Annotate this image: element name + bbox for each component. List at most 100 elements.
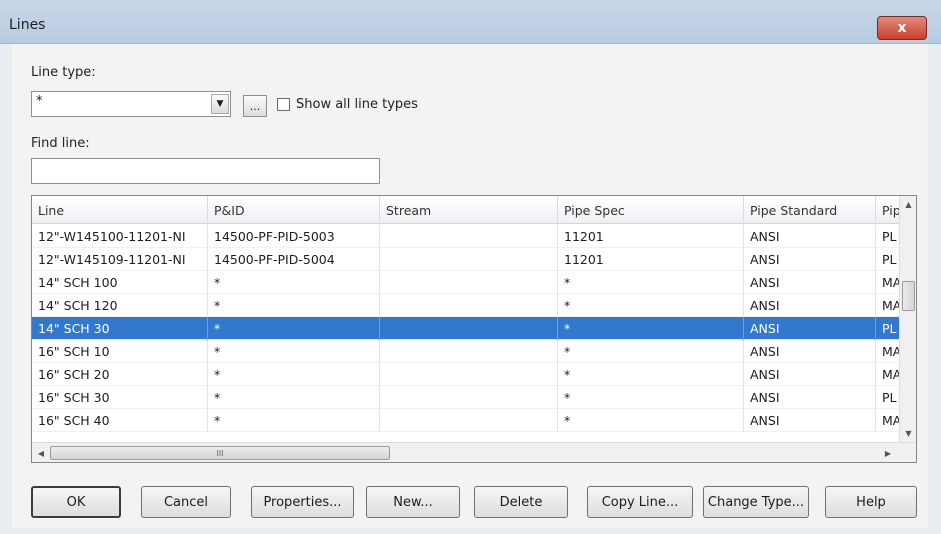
ok-button[interactable]: OK xyxy=(31,486,121,518)
cell-pip: MA xyxy=(882,275,899,290)
cell-pip: MA xyxy=(882,367,899,382)
cell-pipe-spec: * xyxy=(558,409,744,432)
cell-pipe-standard: ANSI xyxy=(744,294,876,317)
close-button[interactable]: x xyxy=(877,16,927,40)
table-row[interactable]: 16" SCH 20 * * ANSI MA xyxy=(32,363,899,386)
cell-line: 14" SCH 120 xyxy=(32,294,208,317)
line-type-label: Line type: xyxy=(31,65,96,80)
cell-pid: * xyxy=(208,409,380,432)
browse-line-type-button[interactable]: ... xyxy=(243,95,267,117)
scroll-left-icon[interactable]: ◀ xyxy=(33,445,49,461)
cell-pip: PL xyxy=(882,321,897,336)
new-button[interactable]: New... xyxy=(366,486,460,518)
lines-grid[interactable]: Line P&ID Stream Pipe Spec Pipe Standard… xyxy=(31,195,917,463)
cell-pipe-standard: ANSI xyxy=(744,340,876,363)
cell-pid: 14500-PF-PID-5004 xyxy=(208,248,380,271)
cell-pid: 14500-PF-PID-5003 xyxy=(208,225,380,248)
chevron-down-icon[interactable]: ▼ xyxy=(211,94,229,114)
cell-line: 12"-W145109-11201-NI xyxy=(32,248,208,271)
cell-pid: * xyxy=(208,271,380,294)
table-row[interactable]: 14" SCH 120 * * ANSI MA xyxy=(32,294,899,317)
cell-pipe-spec: * xyxy=(558,317,744,340)
column-header-line[interactable]: Line xyxy=(32,196,208,224)
cell-stream xyxy=(380,294,558,317)
table-row[interactable]: 16" SCH 40 * * ANSI MA xyxy=(32,409,899,432)
cell-pipe-spec: 11201 xyxy=(558,248,744,271)
change-type-button[interactable]: Change Type... xyxy=(703,486,809,518)
window-title: Lines xyxy=(9,17,46,33)
table-row[interactable]: 16" SCH 30 * * ANSI PL xyxy=(32,386,899,409)
cell-pid: * xyxy=(208,340,380,363)
show-all-line-types-label: Show all line types xyxy=(296,97,418,112)
table-row[interactable]: 14" SCH 100 * * ANSI MA xyxy=(32,271,899,294)
cell-pip: MA xyxy=(882,344,899,359)
cell-line: 14" SCH 100 xyxy=(32,271,208,294)
cell-stream xyxy=(380,409,558,432)
copy-line-button[interactable]: Copy Line... xyxy=(587,486,693,518)
vertical-scrollbar[interactable]: ▲ ▼ xyxy=(899,196,916,442)
cell-pip: MA xyxy=(882,413,899,428)
table-row-selected[interactable]: 14" SCH 30 * * ANSI PL xyxy=(32,317,899,340)
close-icon: x xyxy=(897,20,907,36)
cell-line: 12"-W145100-11201-NI xyxy=(32,225,208,248)
vertical-scroll-thumb[interactable] xyxy=(902,281,915,311)
cell-pip: PL xyxy=(882,390,897,405)
cell-stream xyxy=(380,340,558,363)
cell-stream xyxy=(380,248,558,271)
table-row[interactable]: 12"-W145100-11201-NI 14500-PF-PID-5003 1… xyxy=(32,225,899,248)
find-line-label: Find line: xyxy=(31,136,90,151)
table-row[interactable]: 16" SCH 10 * * ANSI MA xyxy=(32,340,899,363)
cell-pid: * xyxy=(208,363,380,386)
cell-pipe-standard: ANSI xyxy=(744,409,876,432)
cell-pipe-spec: * xyxy=(558,386,744,409)
cell-stream xyxy=(380,317,558,340)
cell-pid: * xyxy=(208,317,380,340)
cell-pid: * xyxy=(208,294,380,317)
cell-pid: * xyxy=(208,386,380,409)
table-row[interactable]: 12"-W145109-11201-NI 14500-PF-PID-5004 1… xyxy=(32,248,899,271)
column-header-pipe-standard[interactable]: Pipe Standard xyxy=(744,196,876,224)
cell-pipe-spec: 11201 xyxy=(558,225,744,248)
cell-pip: PL xyxy=(882,252,897,267)
column-header-pipe-spec[interactable]: Pipe Spec xyxy=(558,196,744,224)
cell-pipe-standard: ANSI xyxy=(744,363,876,386)
scroll-up-icon[interactable]: ▲ xyxy=(900,196,916,213)
cell-pip: MA xyxy=(882,298,899,313)
horizontal-scrollbar[interactable]: ◀ III ▶ xyxy=(32,442,916,462)
cell-pipe-spec: * xyxy=(558,271,744,294)
cell-pipe-standard: ANSI xyxy=(744,386,876,409)
cell-pip: PL xyxy=(882,229,897,244)
line-type-dropdown[interactable]: * ▼ xyxy=(31,91,231,117)
column-header-pip[interactable]: Pip xyxy=(876,196,901,224)
scroll-down-icon[interactable]: ▼ xyxy=(900,425,916,442)
scroll-right-icon[interactable]: ▶ xyxy=(880,445,896,461)
show-all-line-types-checkbox[interactable] xyxy=(277,98,290,111)
cell-stream xyxy=(380,386,558,409)
find-line-input[interactable] xyxy=(31,158,380,184)
cell-line: 16" SCH 30 xyxy=(32,386,208,409)
title-bar: Lines x xyxy=(0,0,941,44)
cell-line: 16" SCH 10 xyxy=(32,340,208,363)
cell-pipe-spec: * xyxy=(558,363,744,386)
horizontal-scroll-thumb[interactable]: III xyxy=(50,446,390,460)
cell-pipe-spec: * xyxy=(558,294,744,317)
cell-pipe-standard: ANSI xyxy=(744,225,876,248)
cell-line: 16" SCH 40 xyxy=(32,409,208,432)
help-button[interactable]: Help xyxy=(825,486,917,518)
properties-button[interactable]: Properties... xyxy=(251,486,354,518)
cell-stream xyxy=(380,225,558,248)
cell-pipe-standard: ANSI xyxy=(744,248,876,271)
cell-line: 14" SCH 30 xyxy=(32,317,208,340)
cell-stream xyxy=(380,271,558,294)
cancel-button[interactable]: Cancel xyxy=(141,486,231,518)
cell-stream xyxy=(380,363,558,386)
delete-button[interactable]: Delete xyxy=(474,486,568,518)
cell-pipe-spec: * xyxy=(558,340,744,363)
grip-icon: III xyxy=(216,448,224,458)
cell-line: 16" SCH 20 xyxy=(32,363,208,386)
column-header-pid[interactable]: P&ID xyxy=(208,196,380,224)
cell-pipe-standard: ANSI xyxy=(744,317,876,340)
column-header-stream[interactable]: Stream xyxy=(380,196,558,224)
line-type-value: * xyxy=(36,94,43,109)
grid-header: Line P&ID Stream Pipe Spec Pipe Standard… xyxy=(32,196,901,224)
